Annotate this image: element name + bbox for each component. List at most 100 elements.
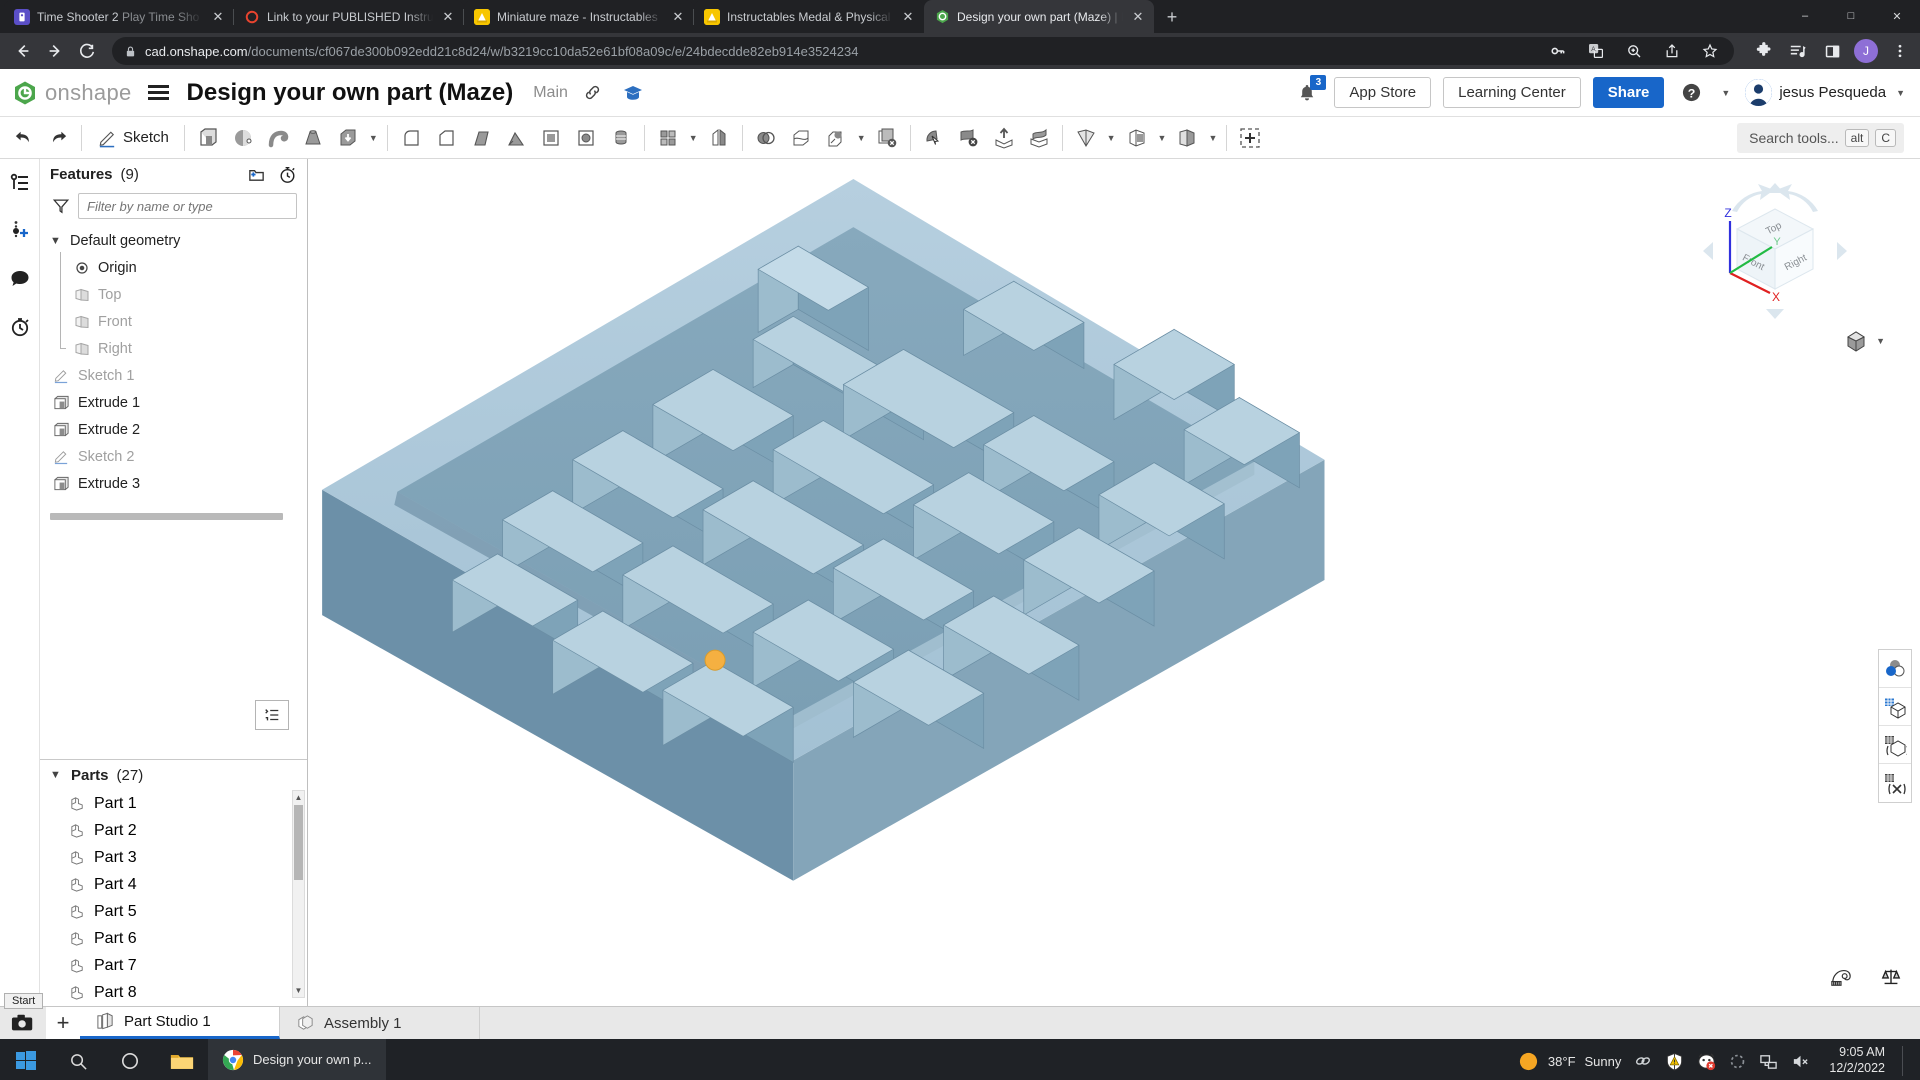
linear-pattern-icon[interactable]: [651, 121, 685, 155]
password-key-icon[interactable]: [1546, 39, 1570, 63]
sketch-button[interactable]: Sketch: [88, 121, 178, 155]
address-bar[interactable]: cad.onshape.com/documents/cf067de300b092…: [112, 37, 1734, 65]
search-icon[interactable]: [52, 1039, 104, 1080]
transform-icon[interactable]: [819, 121, 853, 155]
browser-tab-active[interactable]: Design your own part (Maze) | Pa ✕: [924, 0, 1154, 33]
antivirus-error-icon[interactable]: [1697, 1052, 1716, 1071]
list-item[interactable]: Part 8: [40, 979, 307, 1006]
tree-node-sketch-2[interactable]: Sketch 2: [40, 443, 307, 470]
move-face-icon[interactable]: [917, 121, 951, 155]
list-item[interactable]: Part 1: [40, 790, 307, 817]
search-tools-button[interactable]: Search tools... alt C: [1737, 122, 1904, 153]
clock-widget[interactable]: 9:05 AM 12/2/2022: [1823, 1045, 1885, 1076]
camera-icon[interactable]: [0, 1007, 46, 1039]
parts-scrollbar[interactable]: ▲ ▼: [292, 790, 305, 998]
parts-panel-header[interactable]: ▼ Parts (27): [40, 760, 307, 790]
close-icon[interactable]: ✕: [440, 9, 456, 25]
three-dot-menu-icon[interactable]: [1888, 39, 1912, 63]
section-view-icon[interactable]: [1879, 764, 1911, 802]
chevron-down-icon[interactable]: ▼: [1205, 133, 1220, 143]
list-item[interactable]: Part 2: [40, 817, 307, 844]
weather-widget[interactable]: 38°F Sunny: [1518, 1051, 1621, 1072]
learning-center-button[interactable]: Learning Center: [1443, 77, 1581, 108]
scrollbar-thumb[interactable]: [294, 805, 303, 880]
back-icon[interactable]: [8, 36, 38, 66]
draft-icon[interactable]: [464, 121, 498, 155]
browser-profile-avatar[interactable]: J: [1854, 39, 1878, 63]
volume-mute-icon[interactable]: [1791, 1052, 1810, 1071]
sweep-icon[interactable]: [261, 121, 295, 155]
show-desktop-button[interactable]: [1902, 1046, 1908, 1076]
tree-group-default-geometry[interactable]: ▼ Default geometry: [40, 227, 307, 254]
feature-list-button[interactable]: [255, 700, 289, 730]
sidebar-panel-icon[interactable]: [1820, 39, 1844, 63]
rib-icon[interactable]: [499, 121, 533, 155]
tab-assembly-1[interactable]: Assembly 1: [280, 1007, 480, 1039]
shaded-cube-icon[interactable]: [1844, 329, 1868, 353]
onshape-logo[interactable]: onshape: [12, 80, 132, 106]
loft-icon[interactable]: [296, 121, 330, 155]
new-tab-button[interactable]: +: [1158, 3, 1186, 31]
view-cube[interactable]: Top Front Right Z X Y: [1700, 181, 1850, 321]
browser-tab[interactable]: Link to your PUBLISHED Instructa ✕: [233, 0, 464, 33]
user-menu[interactable]: jesus Pesqueda ▼: [1745, 79, 1908, 106]
app-store-button[interactable]: App Store: [1334, 77, 1432, 108]
tree-node-sketch-1[interactable]: Sketch 1: [40, 362, 307, 389]
shell-icon[interactable]: [534, 121, 568, 155]
split-icon[interactable]: [784, 121, 818, 155]
browser-tab[interactable]: Miniature maze - Instructables ✕: [463, 0, 694, 33]
chevron-down-icon[interactable]: ▼: [50, 235, 63, 247]
chevron-down-icon[interactable]: ▼: [1155, 133, 1170, 143]
chevron-down-icon[interactable]: ▼: [1104, 133, 1119, 143]
boolean-icon[interactable]: [749, 121, 783, 155]
main-menu-button[interactable]: [147, 85, 169, 100]
export-icon[interactable]: [1022, 121, 1056, 155]
list-item[interactable]: Part 3: [40, 844, 307, 871]
maze-model-render[interactable]: [308, 159, 1920, 1006]
chevron-down-icon[interactable]: ▼: [366, 133, 381, 143]
measure-tape-icon[interactable]: [1830, 966, 1852, 988]
redo-icon[interactable]: [41, 121, 75, 155]
derive-icon[interactable]: [1120, 121, 1154, 155]
tree-node-right-plane[interactable]: Right: [40, 333, 307, 362]
zoom-icon[interactable]: [1622, 39, 1646, 63]
feature-filter-input[interactable]: [78, 193, 297, 219]
list-item[interactable]: Part 6: [40, 925, 307, 952]
puzzle-extensions-icon[interactable]: [1752, 39, 1776, 63]
new-folder-icon[interactable]: [247, 165, 266, 184]
3d-viewport[interactable]: Top Front Right Z X Y ▼: [308, 159, 1920, 1006]
display-mode-control[interactable]: ▼: [1844, 329, 1888, 353]
defender-warning-icon[interactable]: [1665, 1052, 1684, 1071]
tab-part-studio-1[interactable]: Part Studio 1: [80, 1007, 280, 1039]
cortana-circle-icon[interactable]: [104, 1039, 156, 1080]
thread-icon[interactable]: [604, 121, 638, 155]
link-icon[interactable]: [578, 78, 608, 108]
fillet-icon[interactable]: [394, 121, 428, 155]
extrude-icon[interactable]: [191, 121, 225, 155]
add-tab-button[interactable]: +: [46, 1007, 80, 1039]
close-icon[interactable]: ✕: [1130, 9, 1146, 25]
network-icon[interactable]: [1759, 1052, 1778, 1071]
list-item[interactable]: Part 5: [40, 898, 307, 925]
mirror-icon[interactable]: [702, 121, 736, 155]
scroll-down-arrow-icon[interactable]: ▼: [293, 984, 304, 997]
share-icon[interactable]: [1660, 39, 1684, 63]
close-icon[interactable]: ✕: [900, 9, 916, 25]
help-icon[interactable]: ?: [1676, 78, 1706, 108]
browser-tab[interactable]: Time Shooter 2 Play Time Sho ✕: [4, 0, 234, 33]
close-icon[interactable]: ✕: [210, 9, 226, 25]
reading-list-icon[interactable]: [1786, 39, 1810, 63]
learning-graduation-cap-icon[interactable]: [618, 78, 648, 108]
minimize-button[interactable]: –: [1782, 0, 1828, 32]
windows-start-icon[interactable]: [0, 1039, 52, 1080]
plane-icon[interactable]: [1069, 121, 1103, 155]
appearance-icon[interactable]: [1879, 650, 1911, 688]
revolve-icon[interactable]: [226, 121, 260, 155]
display-state-icon[interactable]: [1879, 688, 1911, 726]
tree-node-extrude-3[interactable]: Extrude 3: [40, 470, 307, 497]
user-chevron-down-icon[interactable]: ▼: [1893, 88, 1908, 98]
tree-node-origin[interactable]: Origin: [40, 252, 307, 281]
list-item[interactable]: Part 7: [40, 952, 307, 979]
close-icon[interactable]: ✕: [670, 9, 686, 25]
tree-node-extrude-2[interactable]: Extrude 2: [40, 416, 307, 443]
